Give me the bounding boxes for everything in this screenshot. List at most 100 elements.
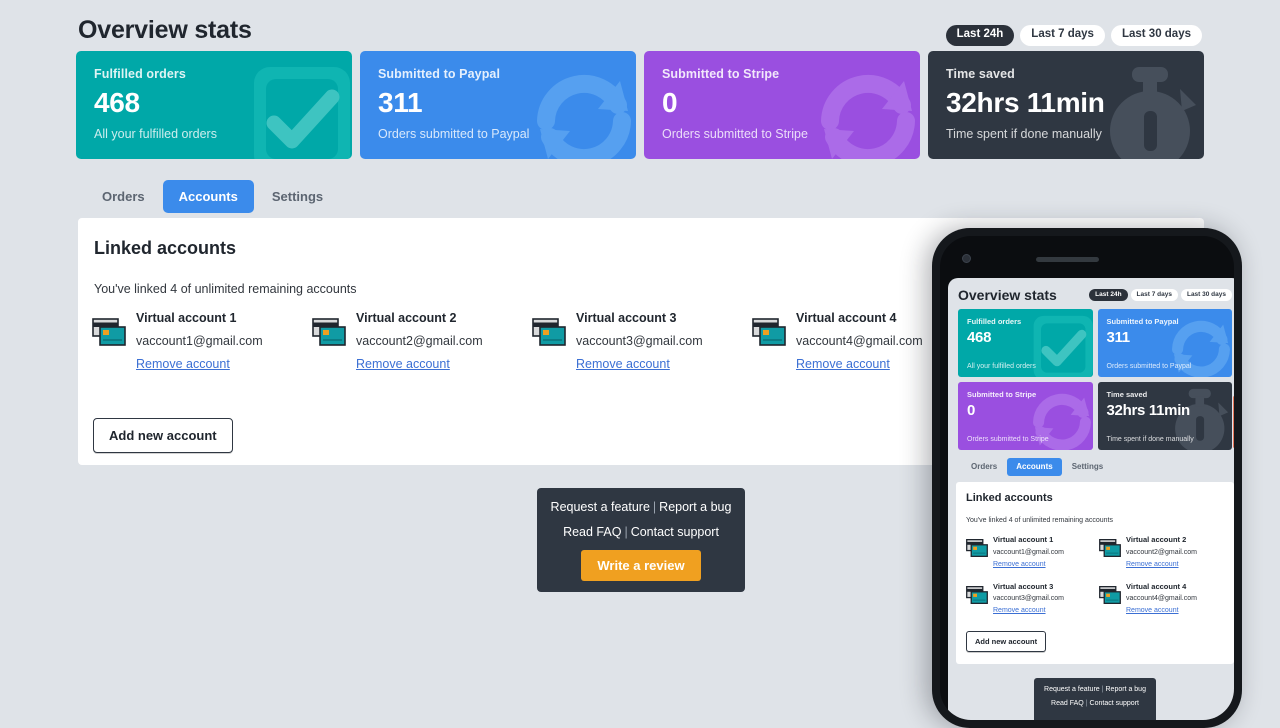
stat-card-submitted-paypal: Submitted to Paypal 311 Orders submitted… bbox=[360, 51, 636, 159]
date-range-selector[interactable]: Last 24h Last 7 days Last 30 days bbox=[945, 25, 1202, 46]
mobile-account-item: Virtual account 3 vaccount3@gmail.com Re… bbox=[966, 581, 1091, 616]
mobile-footer-line-2: Read FAQ | Contact support bbox=[1034, 700, 1156, 707]
mobile-stat-label: Time saved bbox=[1106, 390, 1148, 399]
mobile-stat-card-submitted-stripe: Submitted to Stripe 0 Orders submitted t… bbox=[958, 382, 1093, 450]
mobile-panel-subtitle: You've linked 4 of unlimited remaining a… bbox=[966, 517, 1113, 524]
mobile-linked-accounts-panel: Linked accounts You've linked 4 of unlim… bbox=[956, 482, 1234, 665]
mobile-report-a-bug-link[interactable]: Report a bug bbox=[1106, 686, 1146, 693]
account-email: vaccount4@gmail.com bbox=[796, 333, 923, 348]
mobile-contact-support-link[interactable]: Contact support bbox=[1090, 700, 1139, 707]
mobile-date-range-selector[interactable]: Last 24h Last 7 days Last 30 days bbox=[1089, 288, 1232, 302]
account-name: Virtual account 2 bbox=[356, 311, 457, 325]
credit-card-icon bbox=[966, 585, 988, 609]
mobile-account-name: Virtual account 3 bbox=[993, 581, 1054, 591]
accounts-grid: Virtual account 1 vaccount1@gmail.com Re… bbox=[92, 311, 972, 372]
mobile-range-pill-last-7-days[interactable]: Last 7 days bbox=[1130, 288, 1178, 302]
mobile-tab-settings[interactable]: Settings bbox=[1063, 458, 1113, 476]
request-a-feature-link[interactable]: Request a feature bbox=[551, 500, 650, 514]
stat-sublabel: Time spent if done manually bbox=[946, 127, 1102, 141]
mobile-account-item: Virtual account 1 vaccount1@gmail.com Re… bbox=[966, 535, 1091, 569]
stat-value: 311 bbox=[378, 87, 423, 118]
mobile-range-pill-last-30-days[interactable]: Last 30 days bbox=[1180, 288, 1232, 302]
credit-card-icon bbox=[312, 318, 346, 351]
credit-card-icon bbox=[532, 318, 566, 351]
write-a-review-button[interactable]: Write a review bbox=[581, 550, 701, 581]
mobile-stat-card-submitted-paypal: Submitted to Paypal 311 Orders submitted… bbox=[1097, 309, 1232, 377]
remove-account-link[interactable]: Remove account bbox=[136, 357, 263, 372]
contact-support-link[interactable]: Contact support bbox=[631, 525, 719, 539]
mobile-footer-line-1: Request a feature | Report a bug bbox=[1034, 686, 1156, 693]
stat-card-fulfilled-orders: Fulfilled orders 468 All your fulfilled … bbox=[76, 51, 352, 159]
mobile-stat-card-time-saved: Time saved 32hrs 11min Time spent if don… bbox=[1097, 382, 1232, 450]
stat-value: 0 bbox=[662, 87, 678, 118]
support-footer: Request a feature | Report a bug Read FAQ |… bbox=[537, 488, 745, 592]
mobile-header: Overview stats Last 24h Last 7 days Last… bbox=[948, 278, 1234, 309]
account-item: Virtual account 2 vaccount2@gmail.com Re… bbox=[312, 311, 532, 372]
tab-orders[interactable]: Orders bbox=[86, 180, 161, 213]
mobile-stat-label: Submitted to Stripe bbox=[967, 390, 1037, 399]
mobile-request-a-feature-link[interactable]: Request a feature bbox=[1044, 686, 1100, 693]
mobile-tab-orders[interactable]: Orders bbox=[962, 458, 1006, 476]
stat-label: Submitted to Stripe bbox=[662, 67, 780, 81]
credit-card-icon bbox=[966, 539, 988, 562]
mobile-remove-account-link[interactable]: Remove account bbox=[993, 561, 1064, 569]
mobile-add-new-account-button[interactable]: Add new account bbox=[966, 631, 1047, 653]
account-name: Virtual account 3 bbox=[576, 311, 677, 325]
footer-separator: | bbox=[624, 524, 628, 539]
mobile-range-pill-last-24h[interactable]: Last 24h bbox=[1089, 288, 1128, 302]
mobile-account-name: Virtual account 4 bbox=[1126, 581, 1187, 591]
mobile-remove-account-link[interactable]: Remove account bbox=[1126, 561, 1197, 569]
mobile-stat-value: 311 bbox=[1106, 329, 1131, 346]
read-faq-link[interactable]: Read FAQ bbox=[563, 525, 621, 539]
mobile-tab-accounts[interactable]: Accounts bbox=[1007, 458, 1062, 476]
mobile-account-item: Virtual account 4 vaccount4@gmail.com Re… bbox=[1099, 581, 1224, 616]
remove-account-link[interactable]: Remove account bbox=[796, 357, 923, 372]
stat-value: 468 bbox=[94, 87, 140, 118]
mobile-stat-value: 0 bbox=[967, 402, 976, 419]
mobile-remove-account-link[interactable]: Remove account bbox=[1126, 607, 1197, 615]
stat-value: 32hrs 11min bbox=[946, 87, 1105, 118]
mobile-account-name: Virtual account 2 bbox=[1126, 535, 1187, 544]
stat-sublabel: Orders submitted to Paypal bbox=[378, 127, 530, 141]
mobile-panel-title: Linked accounts bbox=[966, 492, 1053, 504]
mobile-page-title: Overview stats bbox=[958, 287, 1057, 303]
stat-sublabel: All your fulfilled orders bbox=[94, 127, 217, 141]
report-a-bug-link[interactable]: Report a bug bbox=[659, 500, 731, 514]
stat-cards-row: Fulfilled orders 468 All your fulfilled … bbox=[76, 51, 1204, 159]
range-pill-last-30-days[interactable]: Last 30 days bbox=[1110, 25, 1202, 46]
footer-separator: | bbox=[1085, 700, 1088, 708]
page-title: Overview stats bbox=[78, 16, 252, 44]
phone-speaker-icon bbox=[1036, 257, 1099, 262]
stat-card-submitted-stripe: Submitted to Stripe 0 Orders submitted t… bbox=[644, 51, 920, 159]
account-name: Virtual account 1 bbox=[136, 311, 237, 325]
footer-line-2: Read FAQ | Contact support bbox=[537, 524, 745, 539]
range-pill-last-7-days[interactable]: Last 7 days bbox=[1020, 25, 1105, 46]
mobile-stat-value: 32hrs 11min bbox=[1106, 402, 1191, 419]
add-new-account-button[interactable]: Add new account bbox=[93, 418, 233, 453]
stat-label: Time saved bbox=[946, 67, 1015, 81]
mobile-account-name: Virtual account 1 bbox=[993, 535, 1054, 544]
stat-label: Fulfilled orders bbox=[94, 67, 186, 81]
mobile-stat-sublabel: Time spent if done manually bbox=[1106, 436, 1194, 443]
mobile-stat-sublabel: All your fulfilled orders bbox=[967, 363, 1036, 370]
remove-account-link[interactable]: Remove account bbox=[576, 357, 703, 372]
stat-sublabel: Orders submitted to Stripe bbox=[662, 127, 808, 141]
account-item: Virtual account 1 vaccount1@gmail.com Re… bbox=[92, 311, 312, 372]
tab-accounts[interactable]: Accounts bbox=[162, 180, 254, 213]
tab-bar: Orders Accounts Settings bbox=[86, 180, 339, 213]
panel-subtitle: You've linked 4 of unlimited remaining a… bbox=[94, 282, 357, 296]
phone-power-button[interactable] bbox=[1233, 396, 1234, 448]
mobile-remove-account-link[interactable]: Remove account bbox=[993, 607, 1064, 615]
remove-account-link[interactable]: Remove account bbox=[356, 357, 483, 372]
footer-separator: | bbox=[1101, 686, 1104, 694]
account-item: Virtual account 3 vaccount3@gmail.com Re… bbox=[532, 311, 752, 372]
range-pill-last-24h[interactable]: Last 24h bbox=[945, 25, 1015, 46]
panel-title: Linked accounts bbox=[94, 238, 237, 258]
mobile-account-email: vaccount3@gmail.com bbox=[993, 595, 1064, 603]
phone-bezel: Overview stats Last 24h Last 7 days Last… bbox=[940, 236, 1234, 720]
phone-screen: Overview stats Last 24h Last 7 days Last… bbox=[948, 278, 1234, 720]
tab-settings[interactable]: Settings bbox=[256, 180, 339, 213]
phone-mockup: Overview stats Last 24h Last 7 days Last… bbox=[932, 228, 1242, 728]
mobile-read-faq-link[interactable]: Read FAQ bbox=[1051, 700, 1084, 707]
account-email: vaccount1@gmail.com bbox=[136, 333, 263, 348]
